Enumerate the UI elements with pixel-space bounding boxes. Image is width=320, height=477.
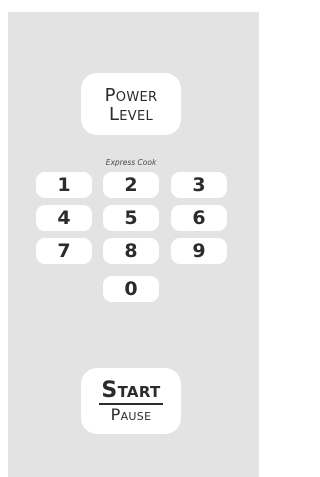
key-3[interactable]: 3 xyxy=(171,172,227,198)
key-9[interactable]: 9 xyxy=(171,238,227,264)
express-cook-caption: Express Cook xyxy=(105,158,157,167)
key-8[interactable]: 8 xyxy=(103,238,159,264)
power-level-label-line2: Level xyxy=(108,104,154,125)
key-4[interactable]: 4 xyxy=(36,205,92,231)
power-level-button[interactable]: Power Level xyxy=(81,73,181,135)
start-label: Start xyxy=(99,378,163,405)
pause-label: Pause xyxy=(110,404,152,424)
key-0[interactable]: 0 xyxy=(103,276,159,302)
start-pause-button[interactable]: Start Pause xyxy=(81,368,181,434)
key-1[interactable]: 1 xyxy=(36,172,92,198)
key-2[interactable]: 2 xyxy=(103,172,159,198)
key-5[interactable]: 5 xyxy=(103,205,159,231)
key-7[interactable]: 7 xyxy=(36,238,92,264)
key-6[interactable]: 6 xyxy=(171,205,227,231)
